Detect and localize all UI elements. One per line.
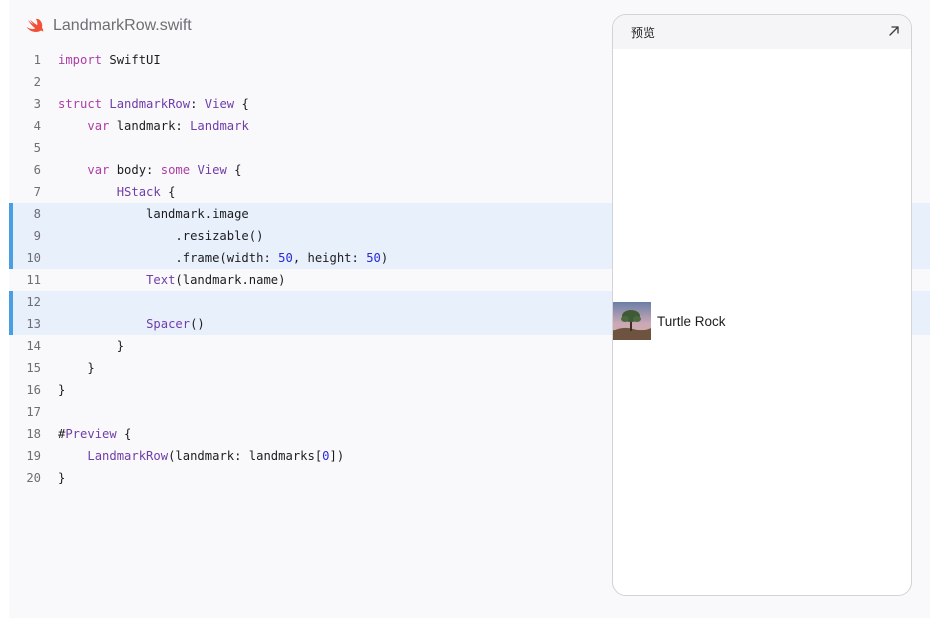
code-token: HStack: [116, 185, 161, 199]
code-token: body:: [109, 163, 161, 177]
line-number: 3: [33, 97, 41, 111]
code-token: {: [226, 163, 242, 177]
code-text: var body: some View {: [58, 159, 242, 181]
code-text: struct LandmarkRow: View {: [58, 93, 249, 115]
code-text: .resizable(): [58, 225, 263, 247]
line-number: 1: [33, 53, 41, 67]
code-token: .resizable(): [58, 229, 264, 243]
code-token: 50: [278, 251, 293, 265]
preview-panel: 预览 Turtle Rock: [612, 14, 912, 596]
code-text: Spacer(): [58, 313, 205, 335]
code-token: 50: [366, 251, 381, 265]
code-token: :: [190, 97, 205, 111]
expand-arrow-icon[interactable]: [887, 24, 901, 38]
preview-header: 预览: [613, 15, 911, 49]
code-token: var: [87, 119, 110, 133]
landmark-row: Turtle Rock: [613, 301, 726, 341]
line-number: 10: [26, 251, 41, 265]
code-token: landmark:: [109, 119, 191, 133]
code-text: #Preview {: [58, 423, 131, 445]
code-token: (landmark: landmarks[: [168, 449, 323, 463]
code-text: Text(landmark.name): [58, 269, 285, 291]
line-number: 13: [26, 317, 41, 331]
code-token: var: [87, 163, 110, 177]
code-token: {: [160, 185, 176, 199]
line-number: 20: [26, 471, 41, 485]
code-token: View: [197, 163, 227, 177]
code-token: landmark.image: [58, 207, 249, 221]
line-number: 14: [26, 339, 41, 353]
code-token: {: [234, 97, 249, 111]
code-token: }: [58, 471, 66, 485]
code-token: Text: [146, 273, 176, 287]
code-token: Spacer: [146, 317, 191, 331]
line-number: 9: [33, 229, 41, 243]
code-text: var landmark: Landmark: [58, 115, 249, 137]
code-text: import SwiftUI: [58, 49, 161, 71]
line-number: 7: [33, 185, 41, 199]
code-text: }: [58, 379, 65, 401]
line-number: 11: [26, 273, 41, 287]
code-token: struct: [58, 97, 103, 111]
line-number: 18: [26, 427, 41, 441]
code-token: Landmark: [190, 119, 249, 133]
preview-title: 预览: [631, 26, 656, 40]
file-header: LandmarkRow.swift: [26, 14, 192, 38]
file-name: LandmarkRow.swift: [53, 17, 192, 34]
code-token: LandmarkRow: [109, 97, 191, 111]
code-token: }: [58, 383, 66, 397]
code-token: }: [58, 339, 125, 353]
line-number: 16: [26, 383, 41, 397]
landmark-name: Turtle Rock: [657, 313, 726, 329]
code-token: Preview: [65, 427, 117, 441]
code-token: , height:: [292, 251, 367, 265]
code-text: landmark.image: [58, 203, 249, 225]
code-token: 0: [322, 449, 330, 463]
code-token: import: [58, 53, 103, 67]
code-text: .frame(width: 50, height: 50): [58, 247, 388, 269]
line-number: 17: [26, 405, 41, 419]
code-text: }: [58, 357, 95, 379]
code-token: some: [160, 163, 191, 177]
code-token: }: [58, 361, 95, 375]
code-token: .frame(width:: [58, 251, 279, 265]
line-number: 12: [26, 295, 41, 309]
line-number: 5: [33, 141, 41, 155]
landmark-thumbnail: [613, 302, 651, 340]
code-token: ]): [329, 449, 345, 463]
code-token: SwiftUI: [102, 53, 161, 67]
code-text: }: [58, 467, 65, 489]
code-token: (landmark.name): [175, 273, 286, 287]
code-token: LandmarkRow: [87, 449, 169, 463]
code-token: {: [116, 427, 132, 441]
code-text: }: [58, 335, 124, 357]
code-token: ): [380, 251, 389, 265]
line-number: 15: [26, 361, 41, 375]
line-number: 4: [33, 119, 41, 133]
line-number: 2: [33, 75, 41, 89]
code-text: HStack {: [58, 181, 176, 203]
line-number: 8: [33, 207, 41, 221]
code-token: View: [204, 97, 235, 111]
swift-icon: [26, 18, 44, 32]
line-number: 6: [33, 163, 41, 177]
code-text: LandmarkRow(landmark: landmarks[0]): [58, 445, 344, 467]
code-token: (): [190, 317, 205, 331]
line-number: 19: [26, 449, 41, 463]
